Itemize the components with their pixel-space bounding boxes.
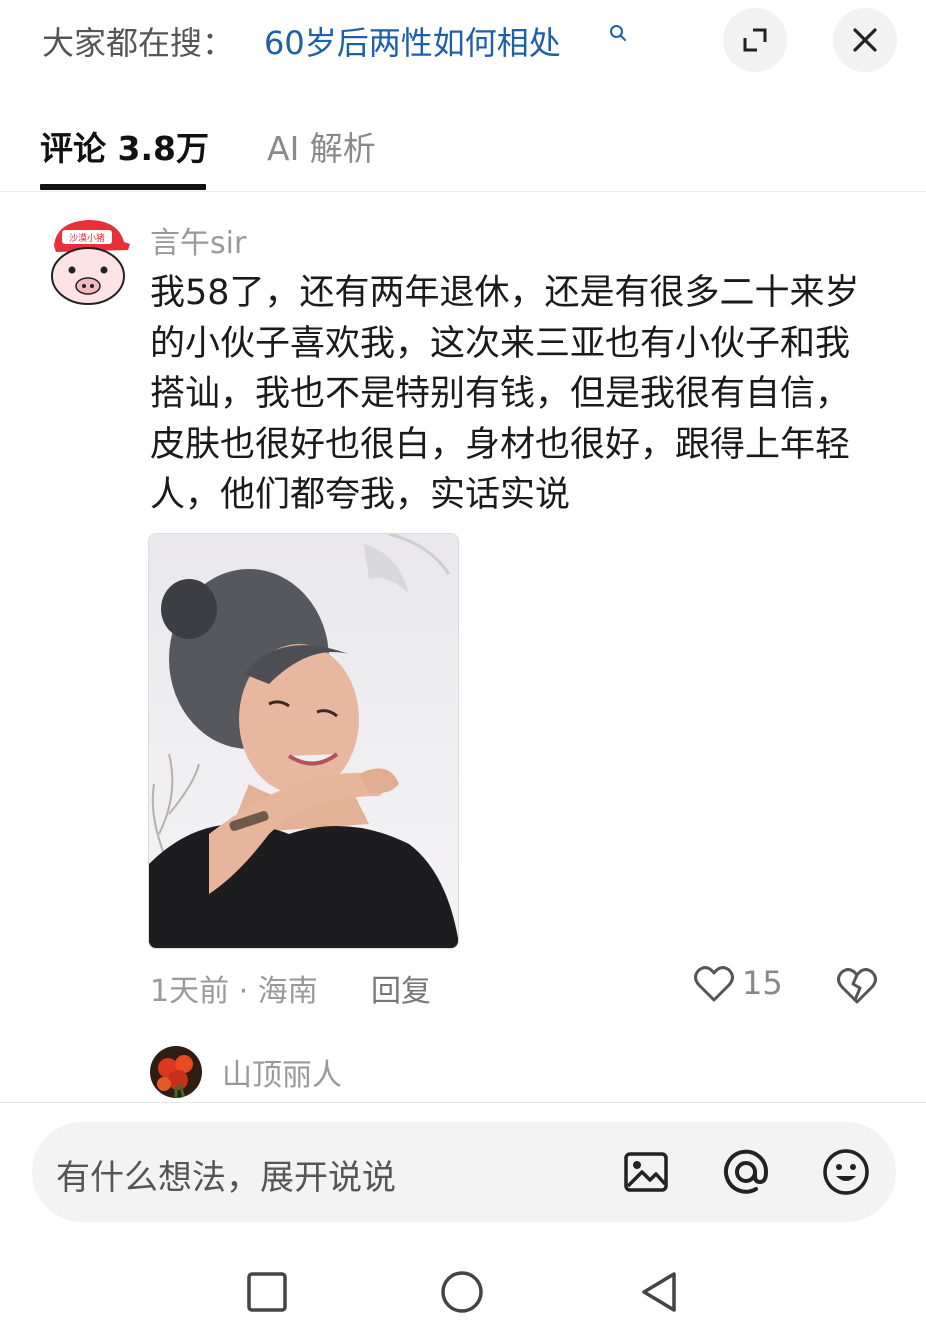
heart-icon[interactable] bbox=[692, 962, 736, 1006]
broken-heart-icon[interactable] bbox=[834, 962, 880, 1008]
comment-meta: 1天前 · 海南 bbox=[150, 974, 318, 1009]
tab-comments[interactable]: 评论 3.8万 bbox=[40, 122, 209, 170]
search-suggestion-query[interactable]: 60岁后两性如何相处 bbox=[264, 18, 561, 64]
like-count: 15 bbox=[742, 964, 783, 1002]
avatar[interactable]: 沙漠小猪 bbox=[44, 210, 134, 310]
close-button[interactable] bbox=[833, 8, 897, 72]
comment-input-placeholder: 有什么想法，展开说说 bbox=[56, 1158, 396, 1198]
photo-image bbox=[149, 534, 458, 948]
search-suggestion-bar: 大家都在搜： 60岁后两性如何相处 bbox=[0, 0, 926, 80]
active-tab-indicator bbox=[40, 184, 206, 190]
search-icon[interactable] bbox=[609, 24, 627, 42]
image-icon[interactable] bbox=[620, 1146, 672, 1198]
avatar-badge: 沙漠小猪 bbox=[69, 232, 105, 244]
comment-input[interactable]: 有什么想法，展开说说 bbox=[32, 1122, 896, 1222]
recent-apps-icon[interactable] bbox=[243, 1268, 291, 1316]
divider bbox=[0, 1102, 926, 1103]
home-icon[interactable] bbox=[438, 1268, 486, 1316]
next-comment-author[interactable]: 山顶丽人 bbox=[222, 1050, 342, 1094]
expand-icon bbox=[743, 28, 767, 52]
next-comment-avatar[interactable] bbox=[150, 1046, 202, 1098]
emoji-icon[interactable] bbox=[820, 1146, 872, 1198]
at-icon[interactable] bbox=[720, 1146, 772, 1198]
reply-button[interactable]: 回复 bbox=[371, 966, 431, 1010]
tab-bar: 评论 3.8万 AI 解析 bbox=[0, 100, 926, 192]
close-icon bbox=[853, 28, 877, 52]
expand-button[interactable] bbox=[723, 8, 787, 72]
comment-photo[interactable] bbox=[148, 533, 459, 949]
tab-ai-analysis[interactable]: AI 解析 bbox=[267, 122, 376, 170]
comment-text: 我58了，还有两年退休，还是有很多二十来岁的小伙子喜欢我，这次来三亚也有小伙子和… bbox=[150, 273, 860, 515]
system-nav-bar bbox=[0, 1250, 926, 1342]
comment-author[interactable]: 言午sir bbox=[150, 218, 246, 262]
search-suggestion-prefix: 大家都在搜： bbox=[42, 24, 235, 62]
back-icon[interactable] bbox=[636, 1268, 684, 1316]
